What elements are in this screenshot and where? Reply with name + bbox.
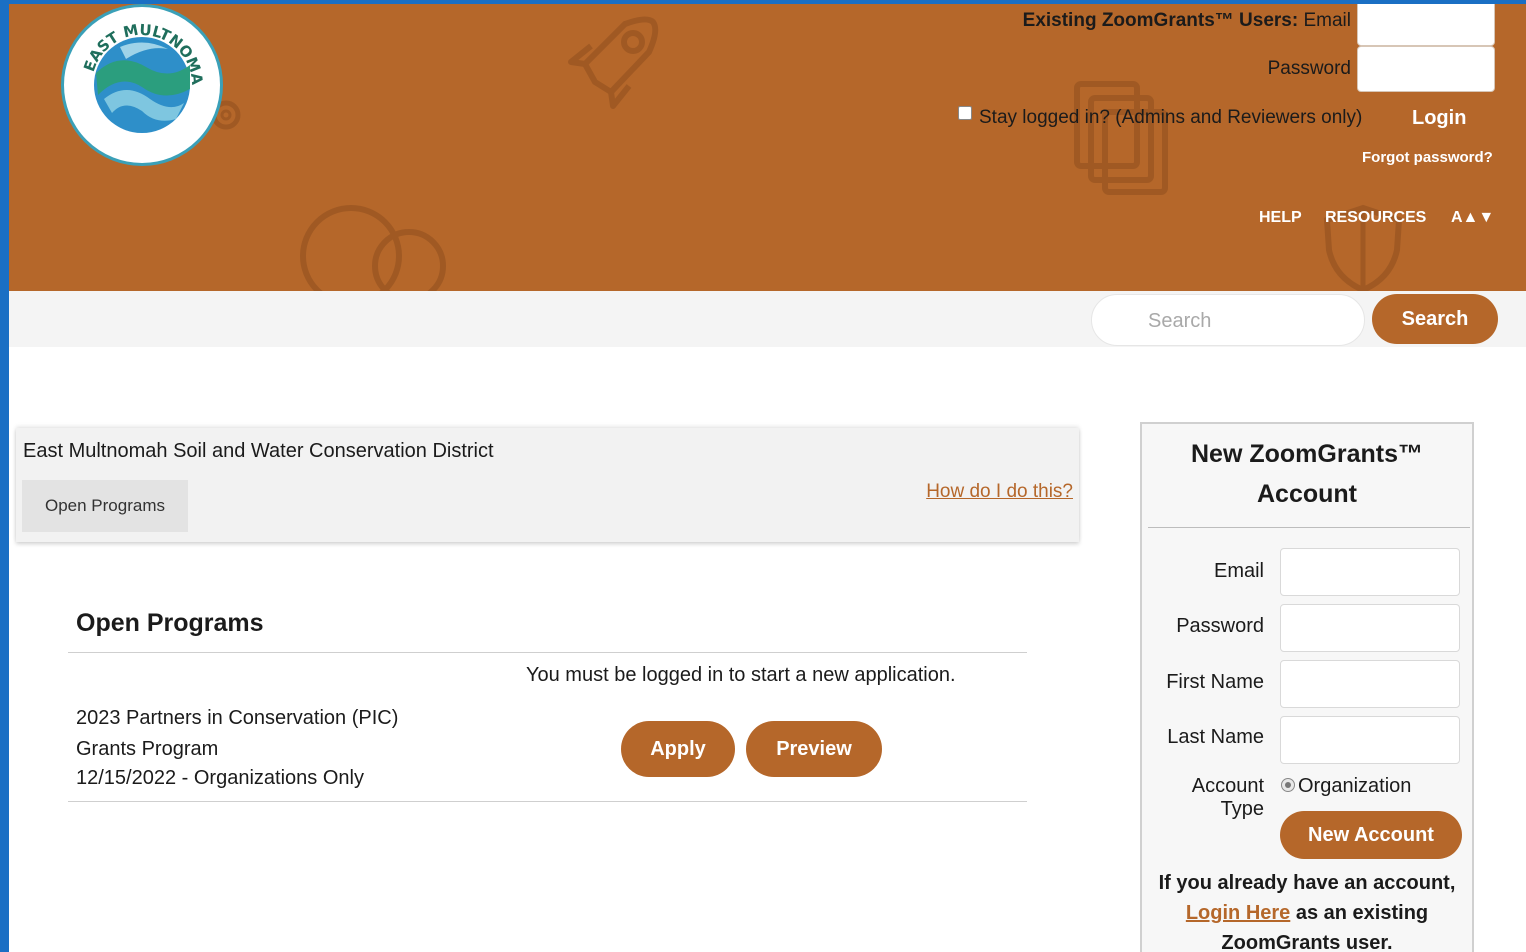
- preview-button[interactable]: Preview: [746, 721, 882, 777]
- apply-button[interactable]: Apply: [621, 721, 735, 777]
- divider: [1148, 527, 1470, 528]
- account-type-label: Account Type: [1191, 775, 1264, 820]
- account-type-value: Organization: [1298, 775, 1412, 797]
- logo-river-icon: EAST MULTNOMAH: [64, 7, 206, 133]
- first-name-input[interactable]: [1280, 660, 1460, 708]
- login-password-input[interactable]: [1357, 46, 1495, 92]
- search-input[interactable]: Search: [1091, 294, 1365, 346]
- last-name-input[interactable]: [1280, 716, 1460, 764]
- login-button[interactable]: Login: [1412, 107, 1466, 130]
- nav-resources[interactable]: RESOURCES: [1325, 209, 1426, 227]
- login-required-notice: You must be logged in to start a new app…: [526, 664, 956, 686]
- account-type-radio[interactable]: [1281, 778, 1295, 792]
- program-deadline: 12/15/2022 - Organizations Only: [76, 767, 364, 789]
- new-account-email-input[interactable]: [1280, 548, 1460, 596]
- organization-title: East Multnomah Soil and Water Conservati…: [23, 440, 494, 462]
- divider: [68, 801, 1027, 802]
- password-label: Password: [1176, 615, 1264, 637]
- login-email-label: Existing ZoomGrants™ Users: Email: [1022, 10, 1351, 31]
- login-email-input[interactable]: [1357, 4, 1495, 46]
- stay-logged-in-label: Stay logged in? (Admins and Reviewers on…: [979, 107, 1363, 128]
- nav-help[interactable]: HELP: [1259, 209, 1302, 227]
- search-button[interactable]: Search: [1372, 294, 1498, 344]
- program-name: 2023 Partners in Conservation (PIC): [76, 707, 399, 729]
- tab-open-programs[interactable]: Open Programs: [22, 480, 188, 532]
- new-account-panel: New ZoomGrants™ Account Email Password F…: [1140, 422, 1474, 952]
- program-type: Grants Program: [76, 738, 219, 760]
- font-size-toggle[interactable]: A▲▼: [1451, 209, 1494, 227]
- new-account-button[interactable]: New Account: [1280, 811, 1462, 859]
- page: EAST MULTNOMAH Existing ZoomGrants™ User…: [9, 4, 1526, 952]
- organization-logo[interactable]: EAST MULTNOMAH: [61, 4, 223, 166]
- organization-panel: East Multnomah Soil and Water Conservati…: [16, 428, 1079, 542]
- new-account-title-line1: New ZoomGrants™: [1191, 440, 1423, 468]
- new-account-password-input[interactable]: [1280, 604, 1460, 652]
- email-label: Email: [1213, 560, 1264, 582]
- rocket-icon: [568, 16, 659, 109]
- how-do-i-do-this-link[interactable]: How do I do this?: [926, 481, 1073, 503]
- search-bar: Search Search: [9, 291, 1526, 347]
- last-name-label: Last Name: [1167, 726, 1264, 748]
- site-header: EAST MULTNOMAH Existing ZoomGrants™ User…: [9, 4, 1526, 291]
- existing-account-message: If you already have an account, Login He…: [1158, 872, 1456, 952]
- open-programs-heading: Open Programs: [76, 609, 264, 637]
- login-here-link[interactable]: Login Here: [1186, 902, 1290, 924]
- speech-bubbles-icon: [300, 205, 446, 291]
- new-account-title-line2: Account: [1257, 480, 1357, 508]
- documents-icon: [1074, 81, 1168, 195]
- divider: [68, 652, 1027, 653]
- first-name-label: First Name: [1166, 671, 1264, 693]
- stay-logged-in-checkbox[interactable]: [958, 106, 972, 120]
- forgot-password-link[interactable]: Forgot password?: [1362, 149, 1493, 166]
- login-password-label: Password: [1267, 58, 1351, 79]
